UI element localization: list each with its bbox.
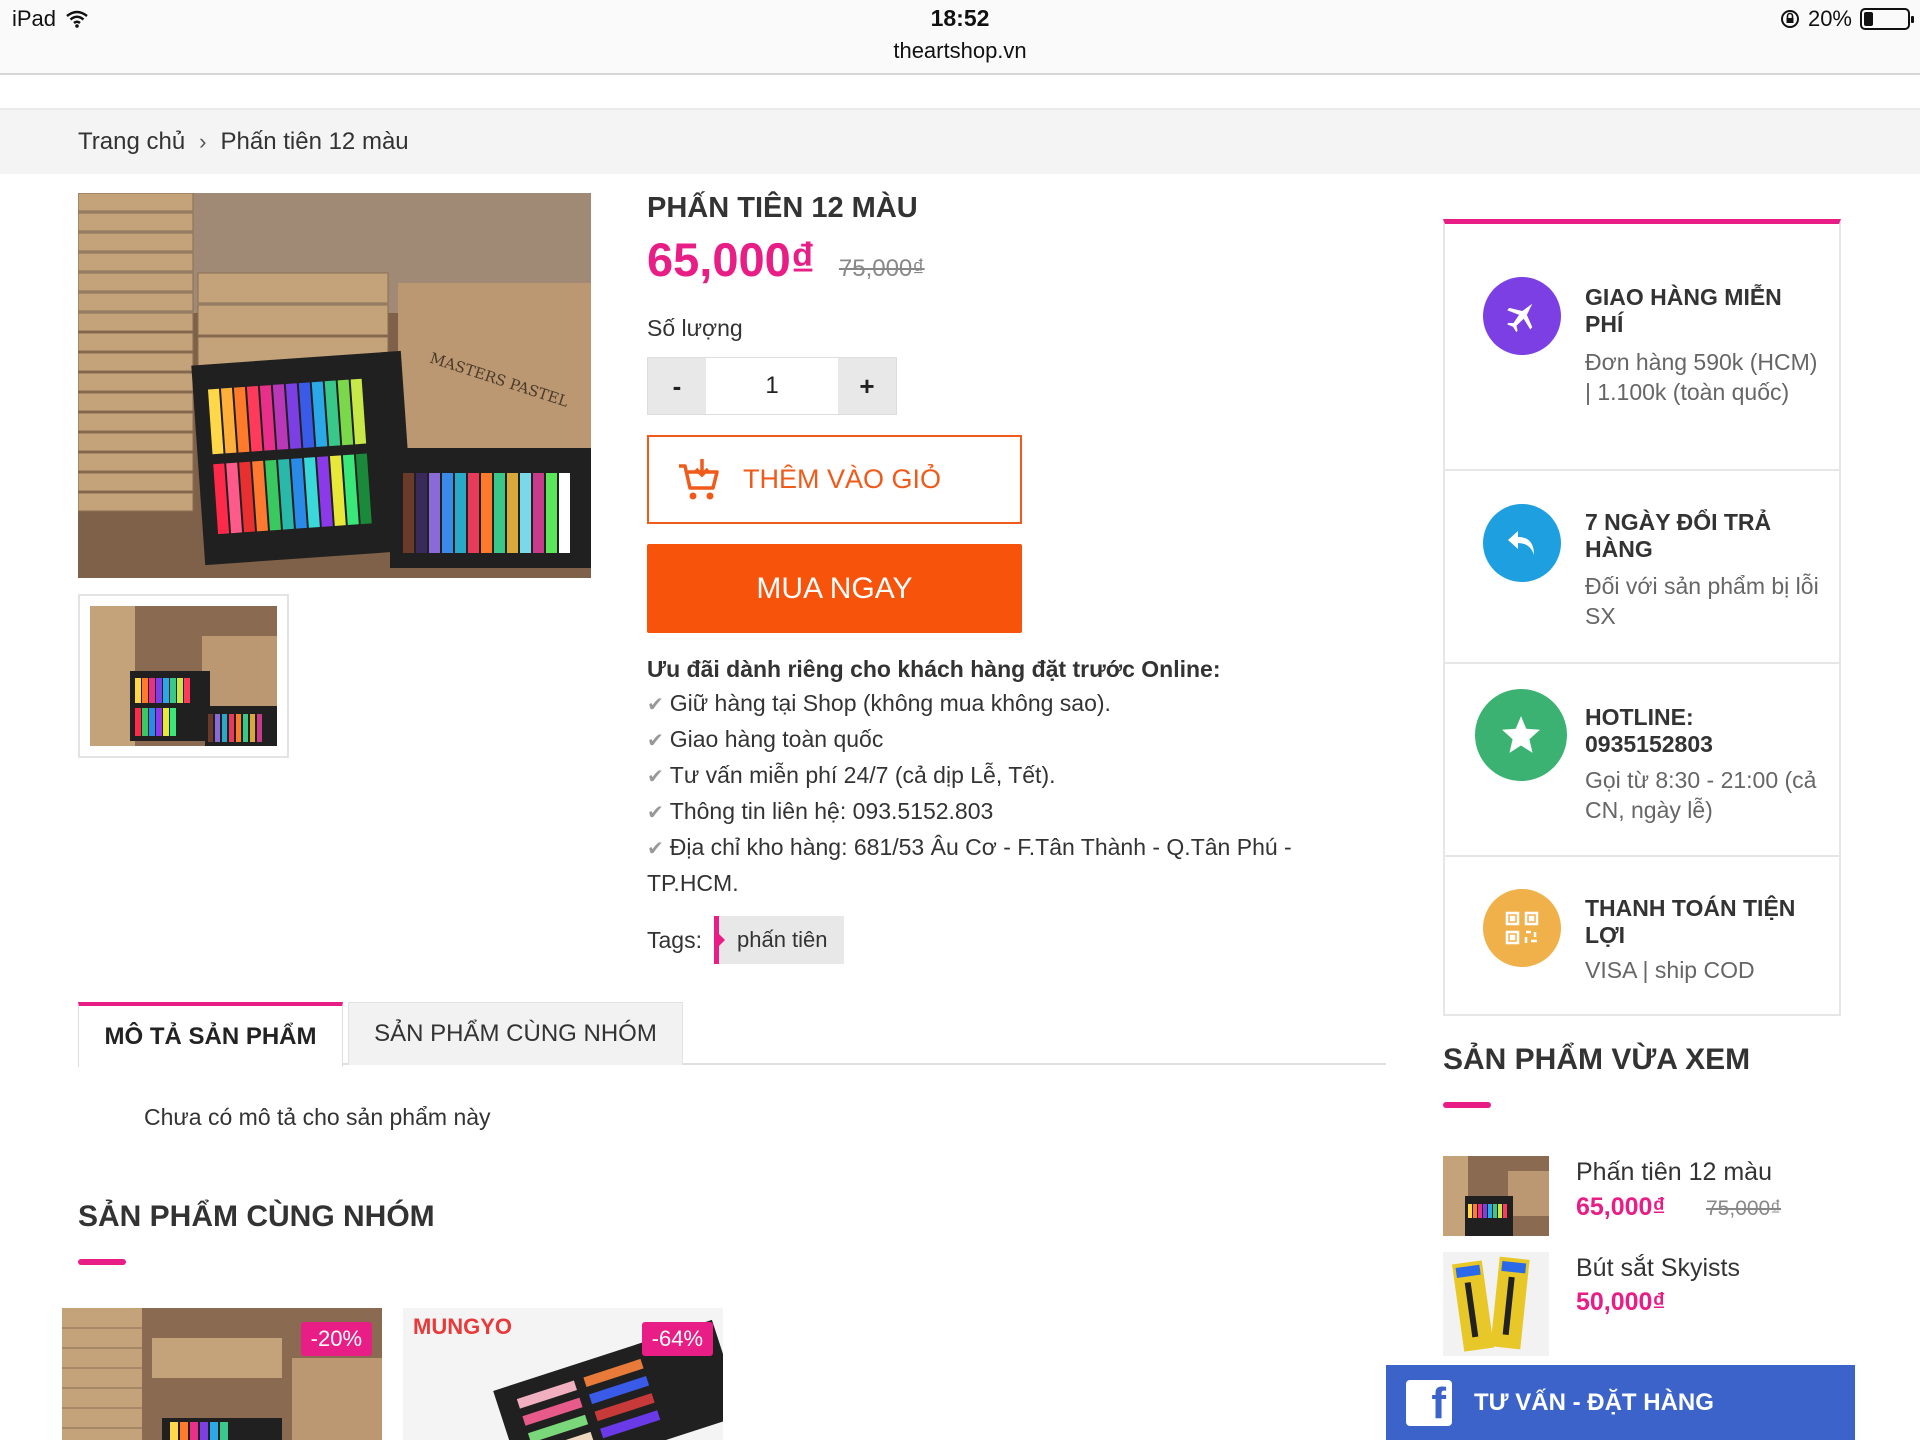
chevron-right-icon: › <box>199 129 207 154</box>
discount-badge: -20% <box>300 1322 372 1356</box>
benefit-returns: 7 NGÀY ĐỔI TRẢ HÀNG Đối với sản phẩm bị … <box>1445 471 1839 664</box>
tag-link[interactable]: phấn tiên <box>713 916 844 964</box>
tags-label: Tags: <box>647 926 702 953</box>
quantity-decrease-button[interactable]: - <box>648 358 706 414</box>
check-icon: ✔ <box>647 766 664 788</box>
offer-item: ✔ Giao hàng toàn quốc <box>647 726 884 752</box>
recent-section-title: SẢN PHẨM VỪA XEM <box>1443 1043 1751 1076</box>
benefits-panel: GIAO HÀNG MIỄN PHÍ Đơn hàng 590k (HCM) |… <box>1443 219 1841 1016</box>
offer-item: ✔ Địa chỉ kho hàng: 681/53 Âu Cơ - F.Tân … <box>647 834 1292 896</box>
offers-list: Ưu đãi dành riêng cho khách hàng đặt trư… <box>647 652 1337 900</box>
quantity-input[interactable]: 1 <box>706 358 838 414</box>
facebook-icon: f <box>1406 1379 1452 1426</box>
tags-row: Tags: phấn tiên <box>647 916 844 964</box>
check-icon: ✔ <box>647 802 664 824</box>
related-product-card[interactable]: -20% <box>62 1308 382 1440</box>
check-icon: ✔ <box>647 730 664 752</box>
airplane-icon <box>1483 277 1561 355</box>
quantity-label: Số lượng <box>647 315 743 341</box>
product-thumbnail[interactable] <box>78 594 289 758</box>
recent-item-name[interactable]: Bút sắt Skyists <box>1576 1254 1740 1283</box>
buy-now-button[interactable]: MUA NGAY <box>647 544 1022 633</box>
related-product-card[interactable]: MUNGYO -64% <box>403 1308 723 1440</box>
product-old-price: 75,000₫ <box>838 255 925 282</box>
star-icon <box>1475 689 1567 781</box>
description-text: Chưa có mô tả cho sản phẩm này <box>144 1104 491 1130</box>
tab-description[interactable]: MÔ TẢ SẢN PHẨM <box>78 1002 343 1067</box>
battery-percent: 20% <box>1807 6 1852 31</box>
benefit-free-shipping: GIAO HÀNG MIỄN PHÍ Đơn hàng 590k (HCM) |… <box>1445 224 1839 471</box>
related-section-title: SẢN PHẨM CÙNG NHÓM <box>78 1200 435 1233</box>
clock: 18:52 <box>930 5 990 31</box>
pastel-box-photo: MASTERS PASTEL <box>78 193 591 578</box>
benefit-hotline: HOTLINE: 0935152803 Gọi từ 8:30 - 21:00 … <box>1445 664 1839 857</box>
product-price: 65,000₫ <box>647 233 815 286</box>
recent-item-price: 65,000₫ <box>1576 1193 1666 1221</box>
mungyo-logo-text: MUNGYO <box>413 1314 512 1339</box>
product-title: PHẤN TIÊN 12 MÀU <box>647 192 918 224</box>
breadcrumb: Trang chủ › Phấn tiên 12 màu <box>0 110 1920 174</box>
benefit-payment: THANH TOÁN TIỆN LỢI VISA | ship COD <box>1445 857 1839 1017</box>
product-main-image[interactable]: MASTERS PASTEL <box>78 193 591 578</box>
tab-related-products[interactable]: SẢN PHẨM CÙNG NHÓM <box>348 1002 683 1065</box>
breadcrumb-home[interactable]: Trang chủ <box>78 128 185 156</box>
recent-item-old-price: 75,000₫ <box>1706 1197 1782 1220</box>
check-icon: ✔ <box>647 694 664 716</box>
offers-heading: Ưu đãi dành riêng cho khách hàng đặt trư… <box>647 656 1221 682</box>
return-icon <box>1483 504 1561 582</box>
check-icon: ✔ <box>647 838 664 860</box>
recent-item-image[interactable] <box>1443 1156 1549 1236</box>
section-underline <box>1443 1102 1491 1108</box>
recent-item-price: 50,000₫ <box>1576 1288 1666 1316</box>
quantity-increase-button[interactable]: + <box>838 358 896 414</box>
section-underline <box>78 1259 126 1265</box>
breadcrumb-current: Phấn tiên 12 màu <box>220 128 409 155</box>
facebook-chat-label: TƯ VẤN - ĐẶT HÀNG <box>1474 1388 1714 1416</box>
cart-add-icon <box>679 458 719 499</box>
qr-icon <box>1483 889 1561 967</box>
facebook-chat-button[interactable]: f TƯ VẤN - ĐẶT HÀNG <box>1386 1365 1855 1440</box>
quantity-stepper: - 1 + <box>647 357 897 415</box>
address-bar[interactable]: theartshop.vn <box>0 38 1920 64</box>
offer-item: ✔ Thông tin liên hệ: 093.5152.803 <box>647 798 994 824</box>
recent-item-image[interactable] <box>1443 1252 1549 1356</box>
pastel-box-thumbnail <box>90 606 277 746</box>
recent-item-name[interactable]: Phấn tiên 12 màu <box>1576 1158 1772 1187</box>
rotation-lock-icon <box>1780 10 1799 28</box>
add-to-cart-button[interactable]: THÊM VÀO GIỎ <box>647 435 1022 524</box>
battery-icon <box>1860 8 1914 30</box>
add-to-cart-label: THÊM VÀO GIỎ <box>743 464 942 494</box>
offer-item: ✔ Giữ hàng tại Shop (không mua không sao)… <box>647 690 1111 716</box>
discount-badge: -64% <box>641 1322 713 1356</box>
offer-item: ✔ Tư vấn miễn phí 24/7 (cả dịp Lễ, Tết). <box>647 762 1056 788</box>
status-bar: iPad 18:52 theartshop.vn 20% <box>0 0 1920 75</box>
product-tabs: MÔ TẢ SẢN PHẨM SẢN PHẨM CÙNG NHÓM <box>78 1002 1386 1067</box>
